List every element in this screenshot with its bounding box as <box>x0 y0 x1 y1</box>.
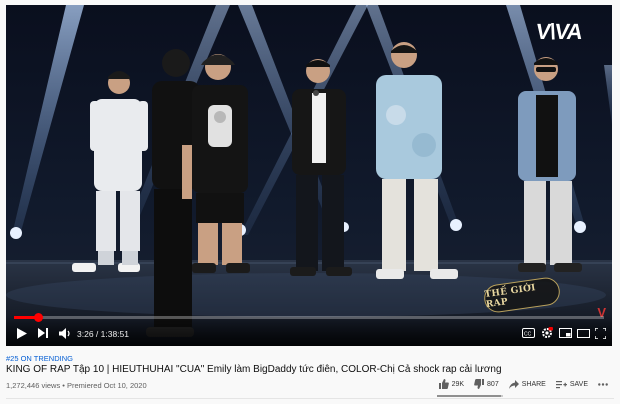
dislike-button[interactable]: 807 <box>474 379 499 389</box>
more-button[interactable] <box>598 382 608 386</box>
progress-scrubber[interactable] <box>33 313 43 322</box>
divider <box>6 398 614 399</box>
sentiment-fill <box>437 395 502 397</box>
next-icon[interactable] <box>37 326 49 340</box>
view-count: 1,272,446 views <box>6 381 61 390</box>
time-display: 3:26 / 1:38:51 <box>77 329 129 339</box>
premiere-date: Premiered Oct 10, 2020 <box>67 381 147 390</box>
captions-icon[interactable]: CC <box>521 326 535 340</box>
sentiment-bar <box>437 395 503 397</box>
like-button[interactable]: 29K <box>438 379 465 389</box>
theater-icon[interactable] <box>576 326 590 340</box>
video-title: KING OF RAP Tập 10 | HIEUTHUHAI "CUA" Em… <box>6 364 502 375</box>
player-controls: 3:26 / 1:38:51 CC <box>6 313 612 346</box>
dislike-count: 807 <box>487 380 499 388</box>
channel-logo: V\VA <box>534 19 584 44</box>
page: V\VA THẾ GIỚI RAP V 3:26 / 1:38:51 CC #2… <box>0 0 620 404</box>
share-button[interactable]: SHARE <box>508 379 546 389</box>
thumbs-down-icon <box>474 379 485 389</box>
video-player[interactable]: V\VA THẾ GIỚI RAP V 3:26 / 1:38:51 CC <box>6 5 612 346</box>
svg-text:CC: CC <box>524 331 532 337</box>
like-count: 29K <box>451 380 465 388</box>
thumbs-up-icon <box>438 379 449 389</box>
gear-icon[interactable] <box>540 326 554 340</box>
progress-bar[interactable] <box>14 313 604 322</box>
save-button[interactable]: SAVE <box>555 380 588 389</box>
video-actions: 29K 807 SHARE SAVE <box>438 379 608 389</box>
more-icon <box>598 382 608 386</box>
volume-icon[interactable] <box>58 326 72 340</box>
save-label: SAVE <box>569 380 588 388</box>
trending-hashtag[interactable]: #25 ON TRENDING <box>6 354 73 363</box>
video-meta: 1,272,446 views • Premiered Oct 10, 2020 <box>6 381 147 390</box>
miniplayer-icon[interactable] <box>558 326 572 340</box>
save-icon <box>555 380 567 388</box>
fullscreen-icon[interactable] <box>593 326 607 340</box>
share-label: SHARE <box>521 380 546 388</box>
play-icon[interactable] <box>16 326 28 340</box>
share-icon <box>508 379 519 389</box>
